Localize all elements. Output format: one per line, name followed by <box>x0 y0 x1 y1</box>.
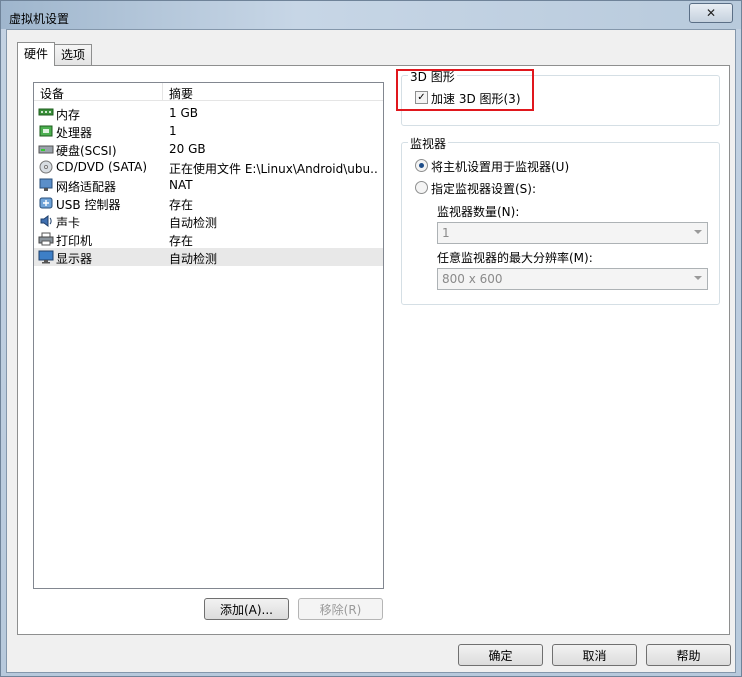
remove-button[interactable]: 移除(R) <box>298 598 383 620</box>
harddisk-icon <box>38 142 54 156</box>
device-name: 内存 <box>56 108 81 122</box>
device-name: CD/DVD (SATA) <box>56 160 148 174</box>
column-separator[interactable] <box>162 83 163 101</box>
chevron-down-icon <box>694 230 702 234</box>
use-host-settings-label[interactable]: 将主机设置用于监视器(U) <box>431 158 569 175</box>
specify-settings-label[interactable]: 指定监视器设置(S): <box>431 180 536 197</box>
cd-dvd-icon <box>38 160 54 174</box>
close-icon: ✕ <box>705 6 717 20</box>
device-list[interactable]: 设备 摘要 内存 1 GB 处理器 1 硬盘(SCSI) 20 GB CD/DV… <box>33 82 384 589</box>
device-summary: NAT <box>169 178 193 192</box>
close-button[interactable]: ✕ <box>689 3 733 23</box>
column-header-summary[interactable]: 摘要 <box>169 85 193 102</box>
device-list-header: 设备 摘要 <box>34 83 383 101</box>
sound-card-icon <box>38 214 54 228</box>
network-adapter-icon <box>38 178 54 192</box>
column-header-device[interactable]: 设备 <box>40 85 64 102</box>
tab-options[interactable]: 选项 <box>54 44 93 66</box>
annotation-highlight-box <box>396 69 534 111</box>
tab-strip: 硬件 选项 <box>17 42 93 66</box>
device-name: 硬盘(SCSI) <box>56 144 117 158</box>
dialog-client: 硬件 选项 设备 摘要 内存 1 GB 处理器 1 硬盘(SCSI) 20 GB… <box>6 29 736 673</box>
cancel-button[interactable]: 取消 <box>552 644 637 666</box>
chevron-down-icon <box>694 276 702 280</box>
device-name: USB 控制器 <box>56 198 121 212</box>
printer-icon <box>38 232 54 246</box>
device-name: 声卡 <box>56 216 81 230</box>
device-name: 打印机 <box>56 234 93 248</box>
device-summary: 存在 <box>169 198 194 212</box>
use-host-settings-radio[interactable] <box>415 159 428 172</box>
usb-controller-icon <box>38 196 54 210</box>
max-resolution-label: 任意监视器的最大分辨率(M): <box>437 251 593 265</box>
device-row-printer[interactable]: 打印机 存在 <box>34 230 383 248</box>
add-button[interactable]: 添加(A)... <box>204 598 289 620</box>
hardware-panel: 设备 摘要 内存 1 GB 处理器 1 硬盘(SCSI) 20 GB CD/DV… <box>17 65 730 635</box>
monitor-group: 监视器 将主机设置用于监视器(U) 指定监视器设置(S): 监视器数量(N): … <box>401 135 720 305</box>
device-name: 网络适配器 <box>56 180 117 194</box>
device-summary: 20 GB <box>169 142 206 156</box>
vm-settings-window: 虚拟机设置 ✕ 硬件 选项 设备 摘要 内存 1 GB 处理器 1 硬盘(SCS… <box>0 0 742 677</box>
ok-button[interactable]: 确定 <box>458 644 543 666</box>
monitor-count-select[interactable]: 1 <box>437 222 708 244</box>
device-row-processor[interactable]: 处理器 1 <box>34 122 383 140</box>
device-row-sound[interactable]: 声卡 自动检测 <box>34 212 383 230</box>
device-row-memory[interactable]: 内存 1 GB <box>34 104 383 122</box>
title-bar[interactable]: 虚拟机设置 ✕ <box>1 1 741 29</box>
device-summary: 自动检测 <box>169 216 218 230</box>
device-row-usb[interactable]: USB 控制器 存在 <box>34 194 383 212</box>
device-name: 显示器 <box>56 252 93 266</box>
display-icon <box>38 250 54 264</box>
tab-hardware[interactable]: 硬件 <box>17 42 56 66</box>
max-resolution-select[interactable]: 800 x 600 <box>437 268 708 290</box>
device-summary: 1 GB <box>169 106 198 120</box>
monitor-legend: 监视器 <box>408 135 449 152</box>
memory-icon <box>38 106 54 120</box>
help-button[interactable]: 帮助 <box>646 644 731 666</box>
device-summary: 正在使用文件 E:\Linux\Android\ubu... <box>169 162 379 176</box>
specify-settings-radio[interactable] <box>415 181 428 194</box>
device-row-cd-dvd[interactable]: CD/DVD (SATA) 正在使用文件 E:\Linux\Android\ub… <box>34 158 383 176</box>
device-summary: 存在 <box>169 234 194 248</box>
device-row-harddisk[interactable]: 硬盘(SCSI) 20 GB <box>34 140 383 158</box>
device-summary: 自动检测 <box>169 252 218 266</box>
device-row-network[interactable]: 网络适配器 NAT <box>34 176 383 194</box>
window-title: 虚拟机设置 <box>9 12 70 26</box>
monitor-count-value: 1 <box>442 226 450 240</box>
processor-icon <box>38 124 54 138</box>
device-summary: 1 <box>169 124 177 138</box>
device-name: 处理器 <box>56 126 93 140</box>
device-row-display[interactable]: 显示器 自动检测 <box>34 248 383 266</box>
monitor-count-label: 监视器数量(N): <box>437 205 520 219</box>
max-resolution-value: 800 x 600 <box>442 272 503 286</box>
